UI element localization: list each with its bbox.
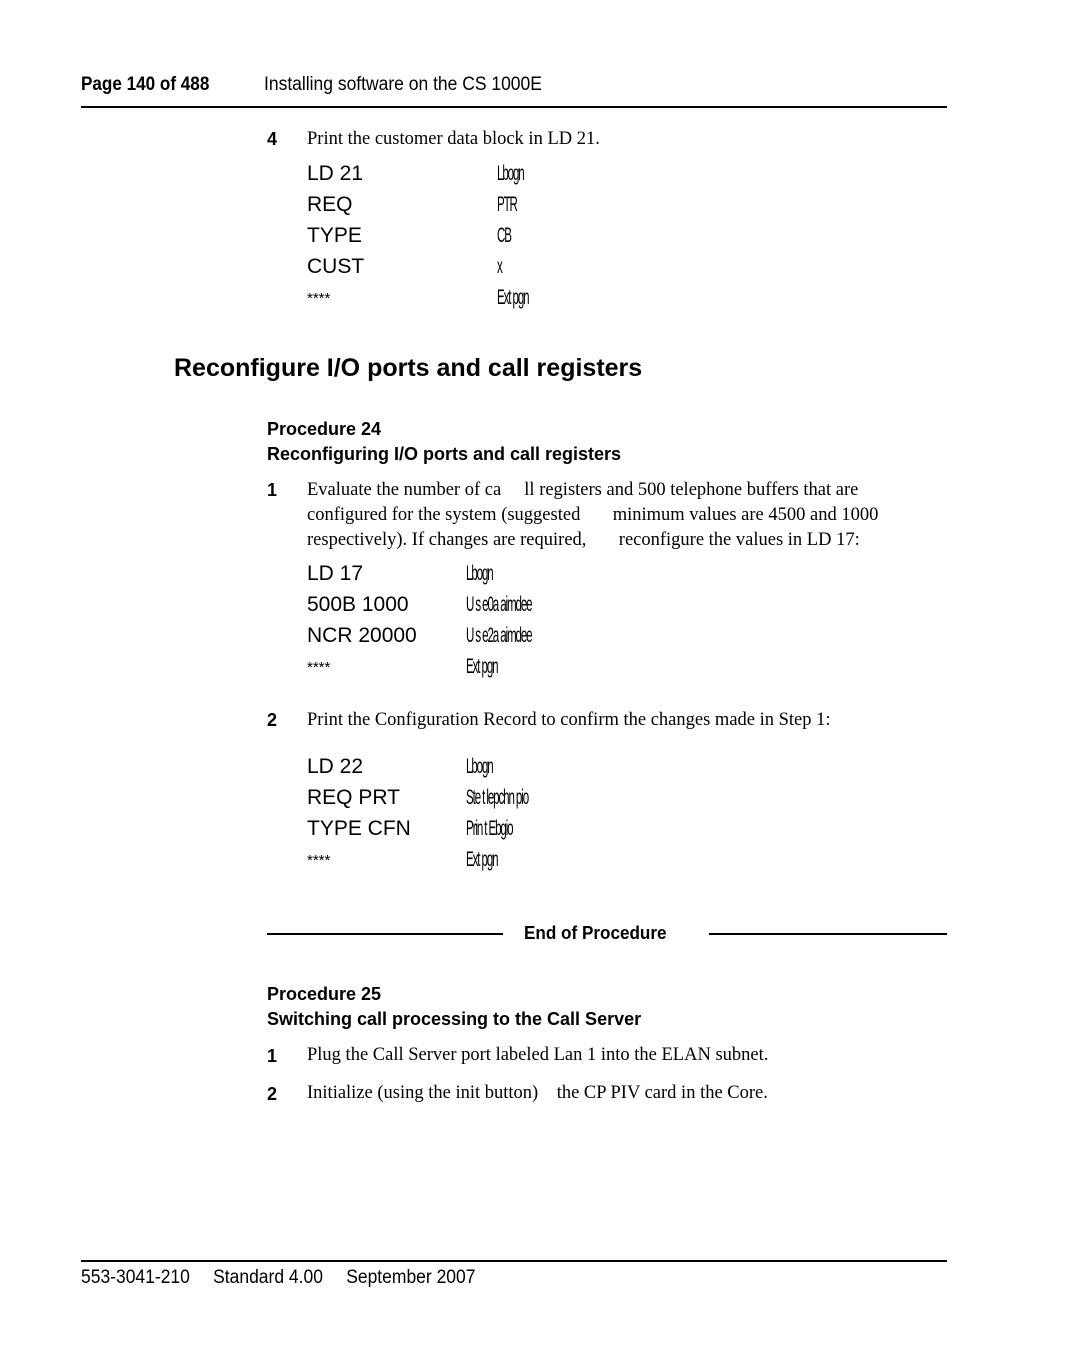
command-description: Lbogn	[497, 162, 525, 185]
command-description: Ext pgn	[466, 655, 499, 678]
section-heading: Reconfigure I/O ports and call registers	[174, 354, 643, 382]
step-number: 2	[267, 710, 278, 730]
command-description: x	[497, 255, 503, 278]
step-text: Print the customer data block in LD 21.	[307, 129, 600, 149]
publication-date: September 2007	[346, 1267, 476, 1288]
section-title: Installing software on the CS 1000E	[264, 74, 542, 95]
step-number: 2	[267, 1084, 278, 1104]
command: ****	[307, 659, 331, 676]
command: 500B 1000	[307, 593, 409, 616]
command-description: Ext pgn	[466, 848, 499, 871]
end-of-procedure-label: End of Procedure	[524, 923, 667, 943]
standard-version: Standard 4.00	[213, 1267, 323, 1288]
page-footer: 553-3041-210 Standard 4.00 September 200…	[81, 1267, 494, 1289]
procedure-title: Switching call processing to the Call Se…	[267, 1009, 642, 1029]
procedure-title: Reconfiguring I/O ports and call registe…	[267, 444, 622, 464]
command-description: Ext pgn	[497, 286, 530, 309]
footer-divider	[81, 1260, 947, 1262]
divider-right	[709, 933, 947, 935]
page-number: Page 140 of 488	[81, 74, 210, 95]
command-description: Ste t lepchn pio	[466, 786, 529, 809]
command: REQ	[307, 193, 353, 216]
command: TYPE	[307, 224, 362, 247]
command-description: U s e0a aimdee	[466, 593, 533, 616]
step-text-line: configured for the system (suggested min…	[307, 505, 879, 525]
command: LD 17	[307, 562, 364, 585]
header-divider	[81, 106, 947, 108]
command: ****	[307, 290, 331, 307]
command-description: Lbogn	[466, 755, 494, 778]
command-description: Prin t Ebgio	[466, 817, 514, 840]
step-text-line: Evaluate the number of ca ll registers a…	[307, 480, 859, 500]
command: LD 21	[307, 162, 364, 185]
command: REQ PRT	[307, 786, 400, 809]
command: TYPE CFN	[307, 817, 411, 840]
command-description: PTR	[497, 193, 518, 216]
divider-left	[267, 933, 503, 935]
step-number: 4	[267, 129, 278, 149]
command: CUST	[307, 255, 365, 278]
step-text: Print the Configuration Record to confir…	[307, 710, 831, 730]
command: ****	[307, 852, 331, 869]
document-number: 553-3041-210	[81, 1267, 190, 1288]
step-text-line: respectively). If changes are required, …	[307, 530, 860, 550]
page-header: Page 140 of 488 Installing software on t…	[81, 74, 542, 96]
step-text: Initialize (using the init button) the C…	[307, 1083, 768, 1103]
command-description: CB	[497, 224, 512, 247]
procedure-label: Procedure 25	[267, 984, 382, 1004]
step-number: 1	[267, 480, 278, 500]
command-description: Lbogn	[466, 562, 494, 585]
command: LD 22	[307, 755, 364, 778]
command: NCR 20000	[307, 624, 417, 647]
step-number: 1	[267, 1046, 278, 1066]
procedure-label: Procedure 24	[267, 419, 382, 439]
step-text: Plug the Call Server port labeled Lan 1 …	[307, 1045, 769, 1065]
command-description: U s e2a aimdee	[466, 624, 533, 647]
